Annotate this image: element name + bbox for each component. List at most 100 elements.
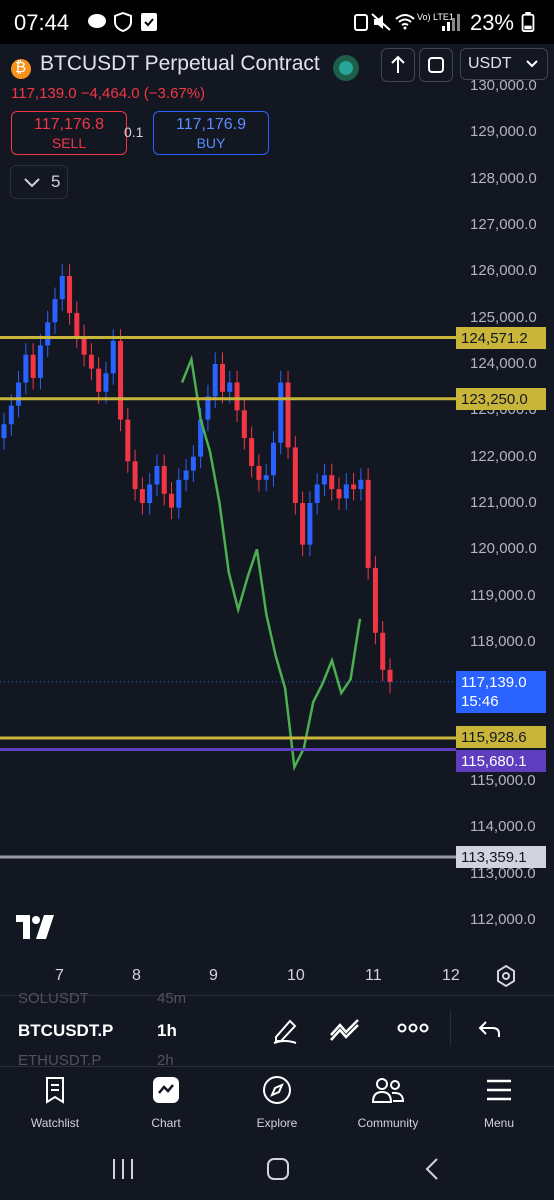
buy-price: 117,176.9 <box>176 116 246 133</box>
indicators-collapse-button[interactable]: 5 <box>10 165 68 199</box>
price-line-label[interactable]: 113,359.1 <box>456 846 546 869</box>
bitcoin-icon <box>11 59 31 79</box>
candle <box>343 484 349 499</box>
currency-value: USDT <box>468 55 512 72</box>
menu-icon <box>487 1079 511 1101</box>
candle <box>147 484 153 503</box>
share-button[interactable] <box>381 48 415 82</box>
alarm-icon <box>354 14 368 31</box>
candle <box>380 632 386 670</box>
candle <box>241 410 247 439</box>
candle <box>329 475 335 490</box>
candle <box>88 354 94 369</box>
symbol-title[interactable]: BTCUSDT Perpetual Contract <box>40 52 320 76</box>
candle <box>300 503 306 545</box>
candle <box>307 503 313 545</box>
candle <box>16 382 22 406</box>
candle <box>125 419 131 462</box>
y-axis-tick: 118,000.0 <box>470 633 536 650</box>
home-icon[interactable] <box>265 1157 291 1181</box>
price-line-label[interactable]: 115,928.6 <box>456 725 546 748</box>
price-line-label[interactable]: 124,571.2 <box>456 326 546 349</box>
bar-countdown: 15:46 <box>461 692 499 710</box>
candle <box>365 479 371 568</box>
tab-chart[interactable]: Chart <box>111 1066 221 1134</box>
price-change: 117,139.0 −4,464.0 (−3.67%) <box>11 85 206 102</box>
candle <box>96 368 102 392</box>
recent-apps-icon[interactable] <box>110 1157 136 1181</box>
status-bar: 07:44 Vo) LTE1 23% <box>0 0 554 44</box>
tab-label: Menu <box>483 1116 515 1130</box>
y-axis-tick: 114,000.0 <box>470 818 536 836</box>
chart-icon <box>153 1077 179 1103</box>
candle <box>169 493 175 508</box>
candle <box>118 340 124 420</box>
watchlist-prev-symbol[interactable]: SOLUSDT <box>18 990 89 1007</box>
candle <box>103 373 109 392</box>
toolbar-divider <box>450 1010 451 1046</box>
candle <box>227 382 233 392</box>
more-options-icon[interactable] <box>397 1022 429 1034</box>
compass-icon <box>263 1076 291 1104</box>
candle <box>176 479 182 508</box>
tab-explore[interactable]: Explore <box>222 1066 332 1134</box>
candle <box>292 447 298 503</box>
candle <box>161 465 167 494</box>
sell-button[interactable]: 117,176.8 SELL <box>11 111 127 155</box>
sell-label: SELL <box>51 135 87 151</box>
y-axis-tick: 115,000.0 <box>470 772 536 789</box>
x-axis-tick: 12 <box>442 967 460 984</box>
draw-pen-icon[interactable] <box>270 1015 300 1045</box>
candle <box>249 438 255 466</box>
mute-icon <box>371 13 391 31</box>
y-axis-tick: 121,000.0 <box>470 494 537 511</box>
back-icon[interactable] <box>423 1157 443 1181</box>
status-time: 07:44 <box>14 10 70 35</box>
candle <box>45 322 51 346</box>
x-axis-tick: 10 <box>287 967 305 984</box>
arrow-up-icon <box>391 55 405 73</box>
chart-toolbar: SOLUSDT 45m BTCUSDT.P 1h ETHUSDT.P 2h <box>0 990 554 1069</box>
candle <box>23 354 29 383</box>
tab-menu[interactable]: Menu <box>444 1066 554 1134</box>
battery-percent: 23% <box>469 10 514 35</box>
fullscreen-button[interactable] <box>419 48 453 82</box>
buy-button[interactable]: 117,176.9 BUY <box>153 111 269 155</box>
y-axis-tick: 128,000.0 <box>470 169 537 187</box>
chart-settings-icon[interactable] <box>494 964 518 988</box>
candle <box>278 382 284 443</box>
candle <box>256 465 262 480</box>
candle <box>270 442 276 476</box>
candle <box>1 424 7 439</box>
price-line-label[interactable]: 115,680.1 <box>456 750 546 773</box>
candle <box>336 489 342 499</box>
x-axis-tick: 11 <box>365 967 382 984</box>
currency-select[interactable]: USDT <box>460 48 548 80</box>
signal-icon <box>442 14 460 31</box>
current-interval[interactable]: 1h <box>157 1021 177 1041</box>
sell-price: 117,176.8 <box>34 116 104 133</box>
y-axis-tick: 130,000.0 <box>470 77 537 94</box>
checkbox-icon <box>141 13 157 31</box>
battery-icon <box>521 12 535 32</box>
chat-bubble-icon <box>88 14 106 28</box>
tab-community[interactable]: Community <box>333 1066 443 1134</box>
tradingview-logo-icon <box>16 915 54 939</box>
candle <box>314 484 320 503</box>
community-icon <box>371 1078 405 1103</box>
candle <box>139 489 145 503</box>
undo-icon[interactable] <box>477 1017 503 1041</box>
tab-label: Community <box>357 1116 419 1130</box>
tab-label: Explore <box>256 1116 298 1130</box>
candle <box>110 340 116 374</box>
shield-icon <box>114 12 132 32</box>
candle <box>285 382 291 448</box>
current-symbol[interactable]: BTCUSDT.P <box>18 1021 113 1041</box>
x-axis-tick: 8 <box>132 967 141 984</box>
candle <box>154 465 160 485</box>
price-line-label[interactable]: 123,250.0 <box>456 387 546 410</box>
candle <box>263 475 269 480</box>
tab-watchlist[interactable]: Watchlist <box>0 1066 110 1134</box>
candle <box>372 567 378 633</box>
indicators-icon[interactable] <box>328 1015 364 1045</box>
